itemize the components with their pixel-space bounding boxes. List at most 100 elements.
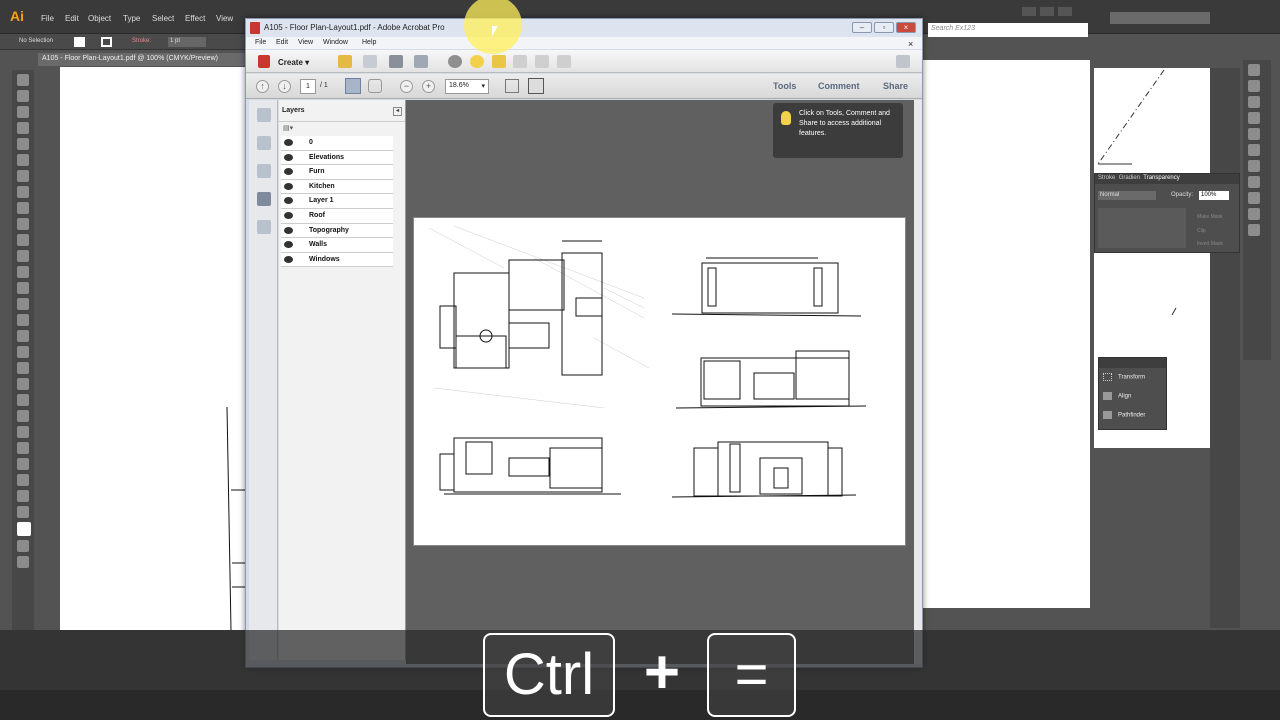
close-button[interactable]: × (896, 22, 916, 33)
acrobat-menu-edit[interactable]: Edit (276, 39, 288, 46)
brushes-panel-icon[interactable] (1248, 96, 1260, 108)
visibility-eye-icon[interactable] (284, 182, 293, 190)
hand-tool-icon[interactable] (17, 490, 29, 502)
pencil-tool-icon[interactable] (17, 218, 29, 230)
ai-window-controls[interactable] (1022, 7, 1080, 17)
perspective-grid-tool-icon[interactable] (17, 346, 29, 358)
pen-tool-icon[interactable] (17, 138, 29, 150)
comment-icon[interactable] (470, 55, 484, 68)
acrobat-menu-file[interactable]: File (255, 39, 266, 46)
align-panel-item[interactable]: Align (1099, 387, 1166, 406)
screen-mode-icon[interactable] (17, 556, 29, 568)
blend-mode-select[interactable]: Normal (1098, 191, 1156, 200)
fill-color-icon[interactable] (17, 522, 31, 536)
panel-header[interactable] (1099, 358, 1166, 368)
expand-icon[interactable] (896, 55, 910, 68)
options-menu-icon[interactable]: ▤▾ (283, 125, 293, 132)
tab-gradient[interactable]: Gradien (1119, 175, 1140, 181)
acrobat-menu-view[interactable]: View (298, 39, 313, 46)
zoom-level-select[interactable]: 18.6% ▾ (445, 79, 489, 94)
ai-artboard-right[interactable] (923, 60, 1090, 608)
layer-row[interactable]: Elevations (281, 150, 393, 166)
gradient-panel-icon[interactable] (1248, 144, 1260, 156)
export-icon[interactable] (535, 55, 549, 68)
fit-width-icon[interactable] (528, 78, 544, 94)
stroke-swatch[interactable] (101, 37, 112, 47)
hand-tool-icon[interactable] (368, 79, 382, 93)
select-tool-icon[interactable] (345, 78, 361, 94)
page-thumbnails-icon[interactable] (257, 108, 271, 122)
ai-menu-file[interactable]: File (41, 14, 54, 23)
layer-row[interactable]: Layer 1 (281, 194, 393, 209)
create-button[interactable]: Create ▾ (278, 58, 309, 67)
mesh-tool-icon[interactable] (17, 362, 29, 374)
visibility-eye-icon[interactable] (284, 226, 293, 234)
visibility-eye-icon[interactable] (284, 168, 293, 176)
clip-checkbox[interactable]: Clip (1197, 228, 1206, 234)
rotate-tool-icon[interactable] (17, 266, 29, 278)
signatures-icon[interactable] (257, 220, 271, 234)
lasso-tool-icon[interactable] (17, 122, 29, 134)
layer-row[interactable]: Kitchen (281, 179, 393, 195)
tools-link[interactable]: Tools (773, 81, 796, 91)
ai-workspace-switcher[interactable] (1110, 12, 1210, 24)
visibility-eye-icon[interactable] (284, 153, 293, 161)
graphic-styles-panel-icon[interactable] (1248, 192, 1260, 204)
stamp-icon[interactable] (492, 55, 506, 68)
open-folder-icon[interactable] (338, 55, 352, 68)
invert-mask-checkbox[interactable]: Invert Mask (1197, 241, 1223, 247)
warp-tool-icon[interactable] (17, 298, 29, 310)
acrobat-menu-window[interactable]: Window (323, 39, 348, 46)
magic-wand-tool-icon[interactable] (17, 106, 29, 118)
appearance-panel-icon[interactable] (1248, 176, 1260, 188)
comment-link[interactable]: Comment (818, 81, 860, 91)
share-link[interactable]: Share (883, 81, 908, 91)
transform-panel-item[interactable]: Transform (1099, 368, 1166, 387)
layer-row[interactable]: Walls (281, 238, 393, 253)
tab-stroke[interactable]: Stroke (1098, 175, 1115, 181)
acrobat-menu-help[interactable]: Help (362, 39, 376, 46)
ai-menu-type[interactable]: Type (123, 14, 140, 23)
eyedropper-tool-icon[interactable] (17, 394, 29, 406)
blend-tool-icon[interactable] (17, 410, 29, 422)
artboards-panel-icon[interactable] (1248, 224, 1260, 236)
minimize-button[interactable]: – (852, 22, 872, 33)
artboard-tool-icon[interactable] (17, 458, 29, 470)
paintbrush-tool-icon[interactable] (17, 202, 29, 214)
stroke-panel-icon[interactable] (1248, 128, 1260, 140)
color-panel-icon[interactable] (1248, 64, 1260, 76)
slice-tool-icon[interactable] (17, 474, 29, 486)
bookmarks-icon[interactable] (257, 136, 271, 150)
layer-row[interactable]: Topography (281, 223, 393, 239)
settings-gear-icon[interactable] (448, 55, 462, 68)
make-mask-button[interactable]: Make Mask (1197, 214, 1223, 220)
line-tool-icon[interactable] (17, 170, 29, 182)
fill-swatch[interactable] (74, 37, 85, 47)
search-input[interactable]: Search Ex123 (928, 23, 1088, 37)
collapse-panel-icon[interactable]: ◂ (393, 107, 402, 116)
gradient-tool-icon[interactable] (17, 378, 29, 390)
layers-panel-icon[interactable] (1248, 208, 1260, 220)
symbols-panel-icon[interactable] (1248, 112, 1260, 124)
layer-row[interactable]: Furn (281, 165, 393, 180)
blob-brush-tool-icon[interactable] (17, 234, 29, 246)
eraser-tool-icon[interactable] (17, 250, 29, 262)
stroke-weight-field[interactable]: 1 pt (168, 37, 206, 47)
visibility-eye-icon[interactable] (284, 255, 293, 263)
email-icon[interactable] (414, 55, 428, 68)
shape-builder-tool-icon[interactable] (17, 330, 29, 342)
visibility-eye-icon[interactable] (284, 211, 293, 219)
zoom-out-icon[interactable]: − (400, 80, 413, 93)
zoom-in-icon[interactable]: + (422, 80, 435, 93)
rectangle-tool-icon[interactable] (17, 186, 29, 198)
layers-icon[interactable] (257, 192, 271, 206)
ai-artboard-left[interactable] (60, 67, 245, 631)
visibility-eye-icon[interactable] (284, 139, 293, 146)
zoom-tool-icon[interactable] (17, 506, 29, 518)
sign-icon[interactable] (557, 55, 571, 68)
next-page-icon[interactable]: ↓ (278, 80, 291, 93)
ai-menu-select[interactable]: Select (152, 14, 174, 23)
ai-menu-view[interactable]: View (216, 14, 233, 23)
attach-icon[interactable] (513, 55, 527, 68)
ai-menu-edit[interactable]: Edit (65, 14, 79, 23)
